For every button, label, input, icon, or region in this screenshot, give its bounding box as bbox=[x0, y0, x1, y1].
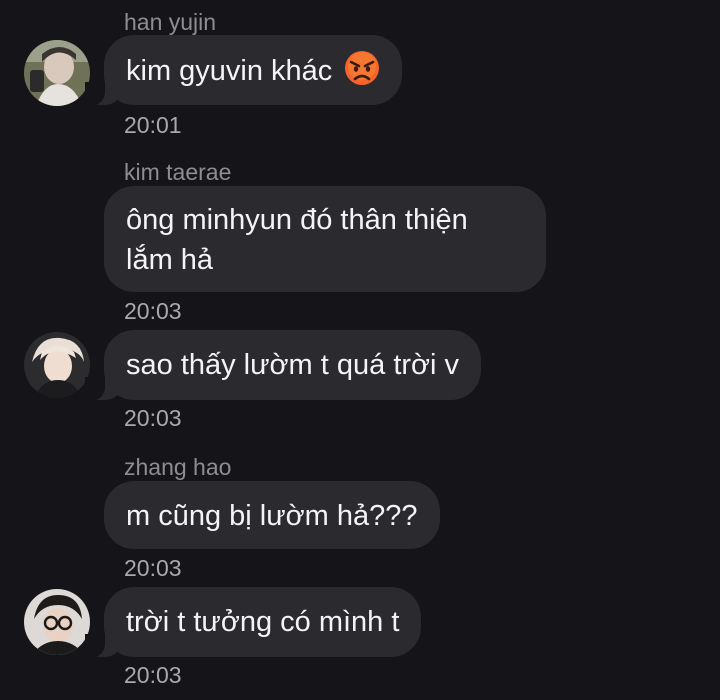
message-timestamp: 20:03 bbox=[124, 298, 182, 324]
message-text-line: lắm hả bbox=[126, 244, 214, 276]
message-bubble[interactable]: ông minhyun đó thân thiện lắm hả bbox=[104, 186, 546, 292]
avatar[interactable] bbox=[24, 332, 90, 398]
message-bubble[interactable]: kim gyuvin khác bbox=[84, 35, 403, 106]
message-timestamp: 20:03 bbox=[124, 662, 182, 688]
message-timestamp: 20:03 bbox=[124, 405, 182, 431]
message-timestamp: 20:03 bbox=[124, 555, 182, 581]
message-timestamp: 20:01 bbox=[124, 112, 182, 138]
message-text: m cũng bị lườm hả??? bbox=[126, 500, 418, 532]
sender-name: han yujin bbox=[124, 9, 217, 35]
sender-name: zhang hao bbox=[124, 454, 232, 480]
message-bubble[interactable]: sao thấy lườm t quá trời v bbox=[84, 330, 482, 401]
message-bubble[interactable]: trời t tưởng có mình t bbox=[84, 587, 422, 658]
message-text: trời t tưởng có mình t bbox=[126, 606, 400, 638]
chat-thread: han yujin kim gyuvin khác 20:01 kim taer… bbox=[0, 0, 720, 700]
avatar[interactable] bbox=[24, 589, 90, 655]
angry-face-icon bbox=[345, 51, 380, 85]
avatar[interactable] bbox=[24, 40, 90, 106]
message-text: sao thấy lườm t quá trời v bbox=[126, 349, 460, 381]
sender-name: kim taerae bbox=[124, 159, 232, 185]
message-text: kim gyuvin khác bbox=[126, 55, 333, 87]
message-bubble[interactable]: m cũng bị lườm hả??? bbox=[104, 481, 440, 549]
message-text-line: ông minhyun đó thân thiện bbox=[126, 204, 468, 236]
